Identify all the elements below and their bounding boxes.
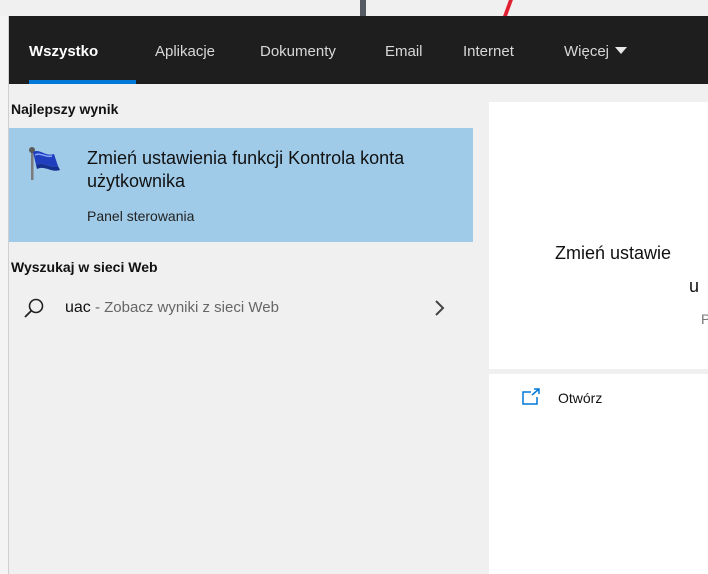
best-match-subtitle: Panel sterowania (87, 208, 195, 224)
filter-tabs: Wszystko Aplikacje Dokumenty Email Inter… (9, 16, 708, 84)
window-edge (0, 16, 9, 574)
preview-actions: Otwórz (489, 374, 708, 574)
chevron-right-icon[interactable] (433, 298, 447, 318)
tab-email[interactable]: Email (385, 16, 423, 84)
best-match-header: Najlepszy wynik (11, 101, 119, 117)
web-query: uac (65, 299, 91, 316)
tab-internet[interactable]: Internet (463, 16, 514, 84)
web-search-header: Wyszukaj w sieci Web (11, 259, 158, 275)
web-search-result[interactable]: uac - Zobacz wyniki z sieci Web (9, 292, 473, 332)
open-action[interactable]: Otwórz (489, 388, 708, 418)
caret-down-icon (615, 47, 628, 54)
search-panel: Wszystko Aplikacje Dokumenty Email Inter… (9, 16, 708, 574)
preview-subtitle: P (701, 311, 708, 327)
best-match-title: Zmień ustawienia funkcji Kontrola konta … (87, 148, 405, 191)
tab-more-label: Więcej (564, 43, 610, 60)
tab-all[interactable]: Wszystko (29, 16, 98, 84)
background-window-fragment (503, 0, 513, 16)
preview-card: Zmień ustawie u P (489, 102, 708, 369)
tab-apps[interactable]: Aplikacje (155, 16, 215, 84)
tab-more[interactable]: Więcej (564, 16, 628, 84)
web-hint: - Zobacz wyniki z sieci Web (90, 299, 279, 316)
search-icon (24, 298, 44, 318)
preview-title: Zmień ustawie (555, 243, 672, 263)
background-window-strip (0, 0, 708, 16)
preview-pane: Zmień ustawie u P Otwórz (489, 102, 708, 574)
open-label: Otwórz (558, 390, 603, 406)
tab-documents[interactable]: Dokumenty (260, 16, 336, 84)
best-match-result[interactable]: Zmień ustawienia funkcji Kontrola konta … (9, 128, 473, 242)
results-list: Najlepszy wynik Zmień ustawienia funkcji… (9, 84, 473, 574)
web-search-text: uac - Zobacz wyniki z sieci Web (65, 299, 279, 317)
open-icon (522, 388, 540, 405)
background-window-fragment (360, 0, 366, 16)
uac-flag-icon (29, 147, 60, 180)
preview-title-continued: u (689, 276, 700, 296)
